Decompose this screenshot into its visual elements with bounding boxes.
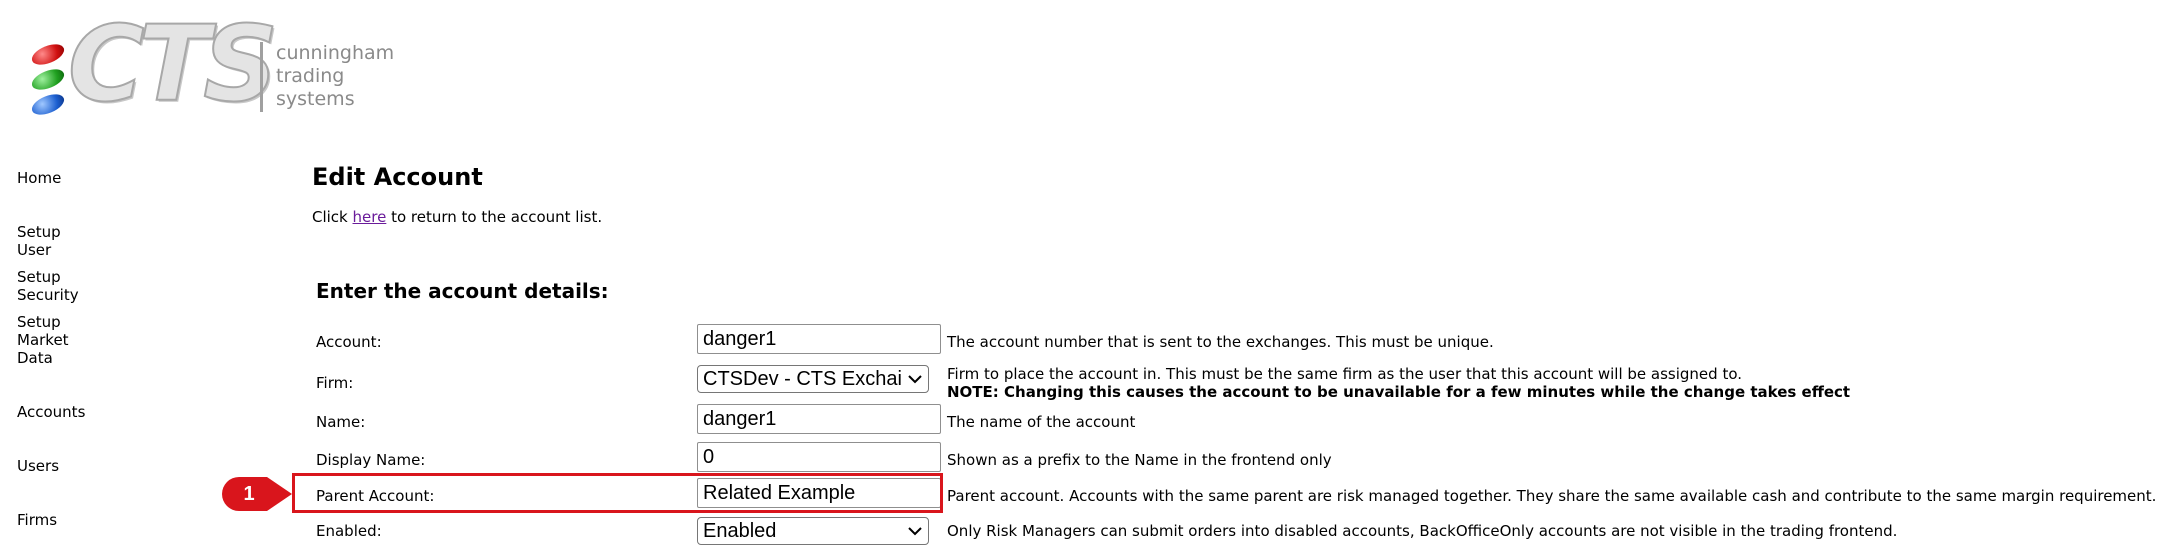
firm-label: Firm:	[316, 374, 354, 392]
firm-note: NOTE: Changing this causes the account t…	[947, 383, 1850, 401]
account-description: The account number that is sent to the e…	[947, 333, 1494, 351]
enabled-description: Only Risk Managers can submit orders int…	[947, 522, 1898, 540]
logo-tagline: cunningham trading systems	[276, 42, 394, 111]
logo-divider	[260, 42, 263, 112]
firm-note-text: NOTE: Changing this causes the account t…	[947, 383, 1851, 401]
firm-row: Firm: CTSDev - CTS Exchai Firm to place …	[0, 365, 2168, 401]
name-row: Name: danger1 The name of the account	[0, 404, 2168, 438]
logo-green-pill-icon	[29, 65, 67, 94]
display-name-input[interactable]: 0	[697, 442, 941, 472]
name-input[interactable]: danger1	[697, 404, 941, 434]
logo-tagline-line: trading	[276, 65, 345, 87]
logo-tagline-line: systems	[276, 88, 355, 110]
parent-account-description: Parent account. Accounts with the same p…	[947, 487, 2157, 505]
enabled-select-value: Enabled	[703, 520, 777, 542]
chevron-down-icon	[908, 375, 922, 384]
nav-setup-user-link[interactable]: Setup User	[17, 223, 107, 259]
logo-tagline-line: cunningham	[276, 42, 395, 64]
section-title: Enter the account details:	[316, 279, 609, 303]
chevron-down-icon	[908, 527, 922, 536]
cts-logo: CTS cunningham trading systems	[28, 11, 398, 126]
logo-blue-pill-icon	[29, 90, 67, 119]
return-instructions: Click here to return to the account list…	[312, 208, 602, 226]
nav-home-link[interactable]: Home	[17, 169, 107, 187]
intro-text-after: to return to the account list.	[386, 208, 603, 226]
firm-description: Firm to place the account in. This must …	[947, 365, 1743, 383]
display-name-label: Display Name:	[316, 451, 426, 469]
account-input[interactable]: danger1	[697, 324, 941, 354]
intro-text-before: Click	[312, 208, 353, 226]
account-label: Account:	[316, 333, 382, 351]
display-name-description: Shown as a prefix to the Name in the fro…	[947, 451, 1332, 469]
step-number: 1	[243, 483, 255, 505]
logo-wordmark: CTS	[67, 3, 279, 125]
page-title: Edit Account	[312, 163, 483, 191]
enabled-select[interactable]: Enabled	[697, 517, 929, 545]
account-row: Account: danger1 The account number that…	[0, 324, 2168, 358]
display-name-row: Display Name: 0 Shown as a prefix to the…	[0, 442, 2168, 476]
name-label: Name:	[316, 413, 366, 431]
firm-select-value: CTSDev - CTS Exchai	[703, 368, 902, 390]
name-description: The name of the account	[947, 413, 1136, 431]
return-to-account-list-link[interactable]: here	[353, 208, 387, 226]
step-callout: 1	[222, 477, 292, 511]
enabled-label: Enabled:	[316, 522, 382, 540]
parent-account-highlight-box	[292, 473, 943, 513]
enabled-row: Enabled: Enabled Only Risk Managers can …	[0, 517, 2168, 551]
logo-red-pill-icon	[29, 40, 67, 69]
firm-select[interactable]: CTSDev - CTS Exchai	[697, 365, 929, 393]
nav-setup-security-link[interactable]: Setup Security	[17, 268, 107, 304]
